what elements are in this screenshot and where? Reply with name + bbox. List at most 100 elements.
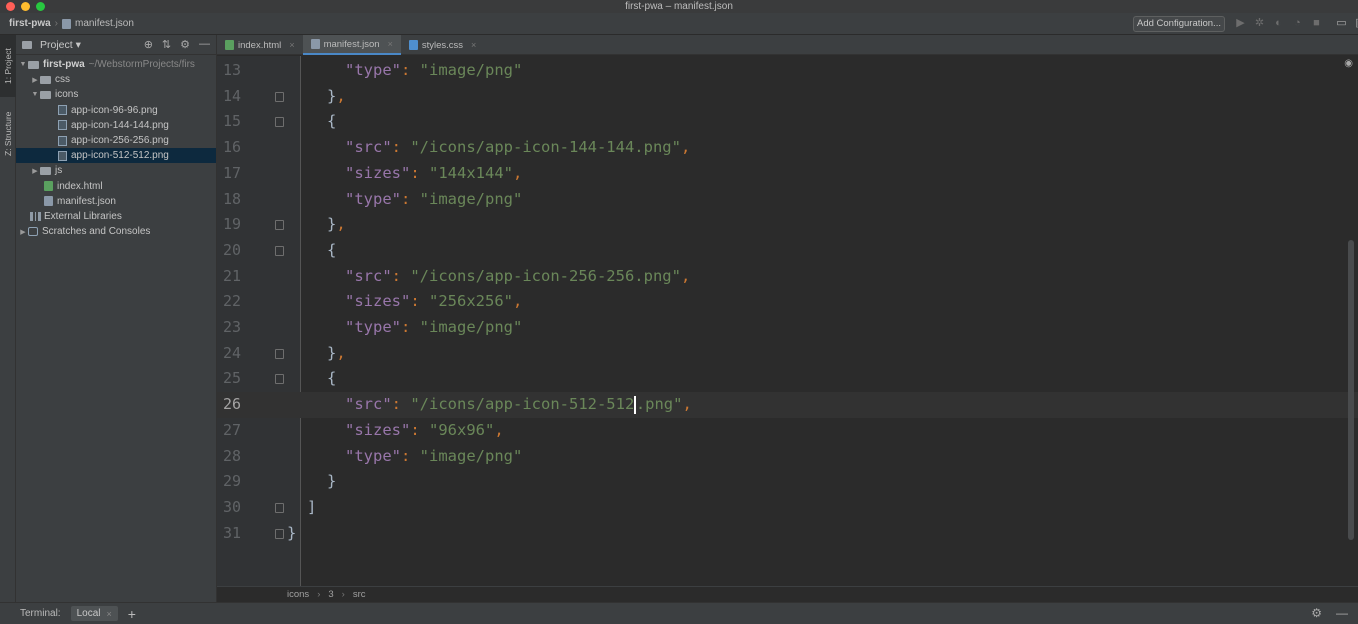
code-line[interactable]: 13 "type": "image/png" (217, 58, 1358, 84)
code-editor[interactable]: 13 "type": "image/png" 14 }, 15 { 16 "sr… (217, 56, 1358, 602)
tool-window-strip: 1: Project Z: Structure (0, 35, 16, 602)
tree-scratches[interactable]: ▶ Scratches and Consoles (16, 224, 216, 239)
close-window-button[interactable] (6, 2, 15, 11)
tree-folder-icons[interactable]: ▼ icons (16, 87, 216, 102)
fold-marker-icon[interactable] (275, 374, 284, 385)
close-tab-icon[interactable]: × (289, 40, 294, 50)
code-line[interactable]: 25 { (217, 366, 1358, 392)
fold-marker-icon[interactable] (275, 245, 284, 256)
code-line[interactable]: 21 "src": "/icons/app-icon-256-256.png", (217, 264, 1358, 290)
breadcrumb-item[interactable]: 3 (328, 589, 333, 600)
code-line[interactable]: 29 } (217, 469, 1358, 495)
run-icon[interactable]: ▶ (1234, 17, 1247, 30)
terminal-tools: ⚙ — (1311, 606, 1348, 620)
run-toolbar: ▶ ✲ ◐ ◔ ■ ▭ ▣ ⌕ (1234, 17, 1358, 30)
nav-project[interactable]: first-pwa (9, 13, 51, 35)
code-line[interactable]: 15 { (217, 109, 1358, 135)
structure-tool-tab[interactable]: Z: Structure (0, 103, 16, 165)
code-line[interactable]: 14 }, (217, 84, 1358, 110)
tree-file-selected[interactable]: app-icon-512-512.png (16, 148, 216, 164)
code-line[interactable]: 16 "src": "/icons/app-icon-144-144.png", (217, 135, 1358, 161)
expand-arrow-icon[interactable]: ▼ (18, 61, 28, 68)
terminal-tab-local[interactable]: Local × (70, 606, 118, 621)
add-configuration-button[interactable]: Add Configuration... (1133, 16, 1225, 32)
stop-icon[interactable]: ■ (1310, 17, 1323, 30)
terminal-bar: Terminal: Local × + ⚙ — (0, 602, 1358, 624)
code-line[interactable]: 18 "type": "image/png" (217, 187, 1358, 213)
debug-icon[interactable]: ✲ (1253, 17, 1266, 30)
window-layout-icon[interactable]: ▭ (1335, 17, 1348, 30)
expand-arrow-icon[interactable]: ▼ (30, 91, 40, 98)
fold-marker-icon[interactable] (275, 502, 284, 513)
folder-icon (28, 60, 39, 69)
tree-folder-js[interactable]: ▶ js (16, 163, 216, 178)
close-tab-icon[interactable]: × (388, 39, 393, 49)
tab-styles-css[interactable]: styles.css × (401, 35, 484, 55)
code-line[interactable]: 19 }, (217, 212, 1358, 238)
collapse-arrow-icon[interactable]: ▶ (30, 167, 40, 175)
code-line[interactable]: 31 } (217, 521, 1358, 547)
project-tool-tab[interactable]: 1: Project (0, 35, 16, 97)
code-line[interactable]: 23 "type": "image/png" (217, 315, 1358, 341)
tab-manifest-json[interactable]: manifest.json × (302, 35, 401, 55)
tree-file[interactable]: app-icon-256-256.png (16, 133, 216, 148)
breadcrumb-item[interactable]: icons (287, 589, 309, 600)
tree-file[interactable]: manifest.json (16, 194, 216, 209)
editor-breadcrumb: icons › 3 › src (217, 586, 1358, 602)
fold-marker-icon[interactable] (275, 220, 284, 231)
code-line[interactable]: 22 "sizes": "256x256", (217, 289, 1358, 315)
new-terminal-icon[interactable]: + (128, 606, 136, 622)
scroll-thumb[interactable] (1348, 240, 1354, 540)
code-line[interactable]: 30 ] (217, 495, 1358, 521)
code-line[interactable]: 24 }, (217, 341, 1358, 367)
gear-icon[interactable]: ⚙ (180, 38, 190, 51)
breadcrumb-item[interactable]: src (353, 589, 366, 600)
folder-icon (40, 166, 51, 175)
profile-icon[interactable]: ◔ (1291, 17, 1304, 30)
folder-icon (40, 90, 51, 99)
fold-marker-icon[interactable] (275, 348, 284, 359)
locate-icon[interactable]: ⊕ (144, 38, 153, 51)
collapse-arrow-icon[interactable]: ▶ (30, 76, 40, 84)
project-view-selector[interactable]: Project ▾ (40, 39, 81, 51)
code-line[interactable]: 28 "type": "image/png" (217, 444, 1358, 470)
coverage-icon[interactable]: ◐ (1272, 17, 1285, 30)
nav-file[interactable]: manifest.json (75, 13, 134, 35)
gear-icon[interactable]: ⚙ (1311, 606, 1322, 620)
collapse-icon[interactable]: ⇅ (162, 38, 171, 51)
hide-icon[interactable]: — (1336, 606, 1348, 620)
code-line[interactable]: 27 "sizes": "96x96", (217, 418, 1358, 444)
tab-index-html[interactable]: index.html × (217, 35, 303, 55)
html-file-icon (225, 40, 234, 50)
editor-scrollbar[interactable] (1348, 70, 1354, 570)
json-file-icon (44, 196, 53, 207)
hide-icon[interactable]: — (199, 38, 210, 51)
breadcrumb-separator: › (54, 18, 59, 29)
tree-folder-css[interactable]: ▶ css (16, 72, 216, 87)
fold-marker-icon[interactable] (275, 91, 284, 102)
project-tree: ▼ first-pwa ~/WebstormProjects/firs ▶ cs… (16, 55, 216, 239)
maximize-window-button[interactable] (36, 2, 45, 11)
terminal-label: Terminal: (20, 608, 61, 619)
json-file-icon (62, 19, 72, 29)
project-view-icon (22, 40, 32, 49)
tree-file[interactable]: index.html (16, 179, 216, 194)
project-panel-tools: ⊕ ⇅ ⚙ — (144, 38, 210, 51)
tree-root[interactable]: ▼ first-pwa ~/WebstormProjects/firs (16, 57, 216, 72)
fold-marker-icon[interactable] (275, 528, 284, 539)
code-line[interactable]: 20 { (217, 238, 1358, 264)
fold-marker-icon[interactable] (275, 117, 284, 128)
eye-icon[interactable]: ◉ (1344, 58, 1353, 69)
code-line-current[interactable]: 26 "src": "/icons/app-icon-512-512.png", (217, 392, 1358, 418)
terminal-icon[interactable]: ▣ (1354, 17, 1358, 30)
minimize-window-button[interactable] (21, 2, 30, 11)
collapse-arrow-icon[interactable]: ▶ (18, 228, 28, 236)
tree-file[interactable]: app-icon-144-144.png (16, 118, 216, 133)
image-file-icon (58, 120, 67, 131)
close-tab-icon[interactable]: × (106, 609, 111, 619)
code-line[interactable]: 17 "sizes": "144x144", (217, 161, 1358, 187)
close-tab-icon[interactable]: × (471, 40, 476, 50)
image-file-icon (58, 150, 67, 161)
tree-file[interactable]: app-icon-96-96.png (16, 103, 216, 118)
tree-external-libraries[interactable]: External Libraries (16, 209, 216, 224)
